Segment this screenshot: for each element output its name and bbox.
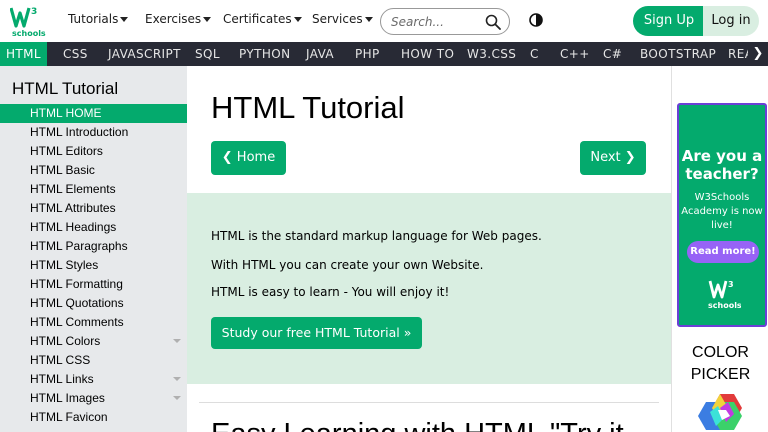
nav-tutorials-label: Tutorials [68, 12, 119, 26]
sidebar-item-html-links[interactable]: HTML Links [0, 370, 187, 389]
logo-text: schools [12, 29, 46, 38]
sidebar-item-html-colors[interactable]: HTML Colors [0, 332, 187, 351]
sidebar-item-html-headings[interactable]: HTML Headings [0, 218, 187, 237]
subject-tab-javascript[interactable]: JAVASCRIPT [108, 42, 181, 66]
sidebar-item-html-css[interactable]: HTML CSS [0, 351, 187, 370]
sidebar-item-html-basic[interactable]: HTML Basic [0, 161, 187, 180]
chevron-down-icon [173, 377, 181, 381]
main-content: HTML Tutorial ❮ Home Next ❯ HTML is the … [187, 66, 671, 432]
next-button[interactable]: Next ❯ [580, 141, 646, 175]
caret-down-icon [120, 17, 129, 22]
color-wheel-icon[interactable] [690, 394, 750, 432]
subject-tab-cpp[interactable]: C++ [560, 42, 590, 66]
color-picker-label: COLOR PICKER [690, 344, 751, 383]
right-rail: Are you a teacher? W3Schools Academy is … [671, 66, 768, 432]
subject-tab-sql[interactable]: SQL [195, 42, 220, 66]
intro-text: With HTML you can create your own Websit… [211, 258, 484, 272]
w3schools-logo: 3 schools [708, 280, 741, 310]
read-more-button[interactable]: Read more! [687, 241, 759, 263]
sidebar-item-html-formatting[interactable]: HTML Formatting [0, 275, 187, 294]
sidebar-item-html-images[interactable]: HTML Images [0, 389, 187, 408]
sidebar-item-html-quotations[interactable]: HTML Quotations [0, 294, 187, 313]
search-input[interactable] [391, 13, 481, 31]
sidebar-item-html-elements[interactable]: HTML Elements [0, 180, 187, 199]
nav-services[interactable]: Services [312, 12, 373, 26]
divider [199, 402, 659, 403]
chevron-down-icon [173, 339, 181, 343]
subject-tab-php[interactable]: PHP [355, 42, 380, 66]
subject-tab-bootstrap[interactable]: BOOTSTRAP [640, 42, 716, 66]
logo-sup: 3 [31, 7, 37, 17]
subject-tab-css[interactable]: CSS [63, 42, 88, 66]
dark-mode-toggle-icon[interactable] [529, 13, 543, 27]
search-icon[interactable] [485, 14, 501, 30]
caret-down-icon [203, 17, 212, 22]
intro-panel: HTML is the standard markup language for… [187, 193, 671, 384]
log-in-button[interactable]: Log in [703, 6, 759, 36]
sidebar-item-html-paragraphs[interactable]: HTML Paragraphs [0, 237, 187, 256]
caret-down-icon [293, 17, 302, 22]
sidebar-item-html-favicon[interactable]: HTML Favicon [0, 408, 187, 427]
intro-text: HTML is the standard markup language for… [211, 229, 542, 243]
subject-tab-java[interactable]: JAVA [306, 42, 334, 66]
sidebar-title: HTML Tutorial [12, 79, 119, 98]
subject-tab-c[interactable]: C [530, 42, 539, 66]
nav-certificates-label: Certificates [223, 12, 292, 26]
study-tutorial-button[interactable]: Study our free HTML Tutorial » [211, 317, 422, 349]
subject-tab-how-to[interactable]: HOW TO [401, 42, 454, 66]
sidebar-item-html-editors[interactable]: HTML Editors [0, 142, 187, 161]
sidebar-item-label: HTML Colors [30, 334, 101, 348]
sidebar-item-label: HTML Images [30, 391, 105, 405]
sidebar: HTML Tutorial HTML HOME HTML Introductio… [0, 66, 187, 432]
ad-headline: Are you a teacher? [681, 147, 763, 183]
page-title: HTML Tutorial [211, 90, 405, 125]
sign-up-button[interactable]: Sign Up [633, 6, 705, 36]
sidebar-item-html-comments[interactable]: HTML Comments [0, 313, 187, 332]
nav-tutorials[interactable]: Tutorials [68, 12, 129, 26]
w3schools-logo[interactable]: 3 schools [10, 4, 46, 38]
subject-tab-python[interactable]: PYTHON [239, 42, 290, 66]
home-button[interactable]: ❮ Home [211, 141, 286, 175]
nav-certificates[interactable]: Certificates [223, 12, 302, 26]
search-box [380, 8, 510, 35]
scroll-right-icon[interactable]: ❯ [748, 42, 768, 66]
ad-logo-text: schools [708, 301, 741, 310]
subject-navigation-bar: HTML CSS JAVASCRIPT SQL PYTHON JAVA PHP … [0, 42, 768, 66]
intro-text: HTML is easy to learn - You will enjoy i… [211, 285, 450, 299]
sidebar-item-label: HTML Links [30, 372, 94, 386]
sidebar-item-html-attributes[interactable]: HTML Attributes [0, 199, 187, 218]
teacher-ad-banner[interactable]: Are you a teacher? W3Schools Academy is … [677, 103, 767, 327]
section-heading: Easy Learning with HTML "Try it [211, 418, 624, 432]
sidebar-item-html-home[interactable]: HTML HOME [0, 104, 187, 123]
nav-exercises[interactable]: Exercises [145, 12, 212, 26]
ad-logo-sup: 3 [728, 280, 734, 289]
subject-tab-w3css[interactable]: W3.CSS [467, 42, 516, 66]
ad-subtext: W3Schools Academy is now live! [681, 192, 763, 231]
nav-services-label: Services [312, 12, 363, 26]
sidebar-item-html-styles[interactable]: HTML Styles [0, 256, 187, 275]
subject-tab-csharp[interactable]: C# [603, 42, 622, 66]
top-navigation-bar: 3 schools Tutorials Exercises Certificat… [0, 0, 768, 42]
sidebar-item-html-introduction[interactable]: HTML Introduction [0, 123, 187, 142]
subject-tab-html[interactable]: HTML [0, 42, 47, 66]
chevron-down-icon [173, 396, 181, 400]
nav-exercises-label: Exercises [145, 12, 202, 26]
caret-down-icon [364, 17, 373, 22]
